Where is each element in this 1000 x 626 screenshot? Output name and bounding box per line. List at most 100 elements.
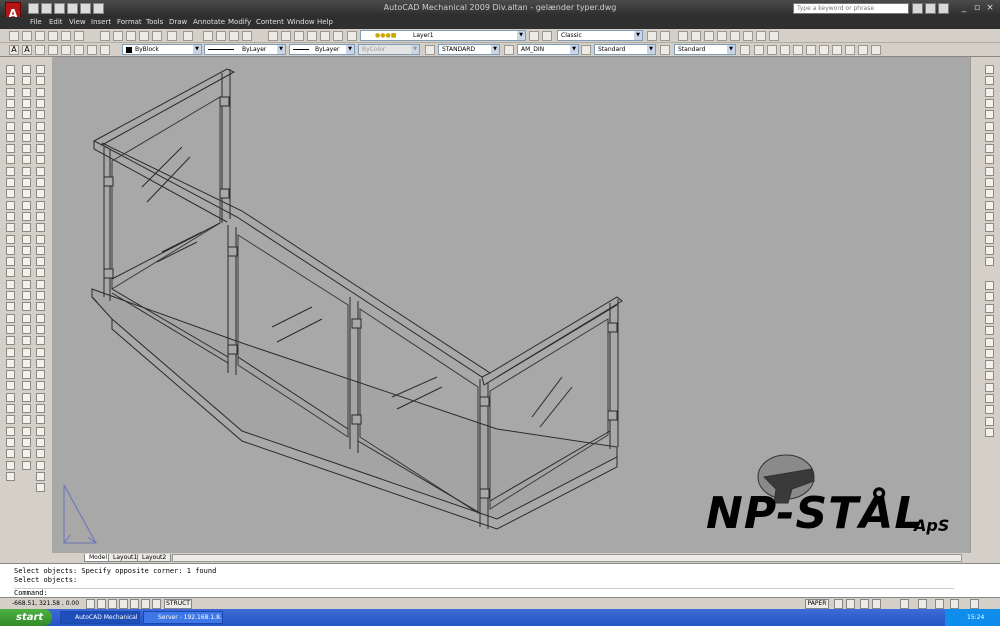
draw-tool-16-icon[interactable]	[6, 234, 15, 244]
dim-style-manager-icon[interactable]	[504, 45, 514, 55]
zoom-previous-icon[interactable]	[242, 31, 252, 41]
redo-icon[interactable]	[93, 3, 104, 14]
dim-tool-23-icon[interactable]	[36, 313, 45, 323]
dim-tool-33-icon[interactable]	[36, 426, 45, 436]
otrack-icon[interactable]	[141, 599, 150, 609]
mech-snap-tool-6-icon[interactable]	[985, 337, 994, 347]
menu-window[interactable]: Window	[287, 18, 315, 26]
mech-tool-6-icon[interactable]	[985, 121, 994, 131]
modify-tool-5-icon[interactable]	[22, 110, 31, 120]
draw-tool-12-icon[interactable]	[6, 189, 15, 199]
properties-icon[interactable]	[268, 31, 278, 41]
modify-tool-7-icon[interactable]	[22, 132, 31, 142]
dim-tool-20-icon[interactable]	[36, 279, 45, 289]
redo-arrow-icon[interactable]	[183, 31, 193, 41]
dim-tool-27-icon[interactable]	[36, 358, 45, 368]
draw-tool-10-icon[interactable]	[6, 166, 15, 176]
save-icon[interactable]	[54, 3, 65, 14]
mech-tool-icon-1[interactable]	[754, 45, 764, 55]
qnew-icon[interactable]	[9, 31, 19, 41]
help-icon[interactable]: ?	[938, 3, 949, 14]
modify-tool-16-icon[interactable]	[22, 234, 31, 244]
modify-tool-27-icon[interactable]	[22, 358, 31, 368]
modify-tool-34-icon[interactable]	[22, 437, 31, 447]
modify-tool-2-icon[interactable]	[22, 76, 31, 86]
dim-style-dropdown[interactable]: AM_DIN ▼	[517, 44, 579, 55]
dim-tool-30-icon[interactable]	[36, 392, 45, 402]
modify-tool-17-icon[interactable]	[22, 245, 31, 255]
modify-tool-36-icon[interactable]	[22, 460, 31, 470]
menu-view[interactable]: View	[69, 18, 86, 26]
table-icon[interactable]	[74, 45, 84, 55]
draw-tool-35-icon[interactable]	[6, 449, 15, 459]
save-file-icon[interactable]	[35, 31, 45, 41]
tool-palettes-icon[interactable]	[294, 31, 304, 41]
modify-tool-15-icon[interactable]	[22, 223, 31, 233]
linetype-dropdown[interactable]: ByLayer ▼	[204, 44, 286, 55]
osnap-icon[interactable]	[130, 599, 139, 609]
mech-snap-tool-5-icon[interactable]	[985, 326, 994, 336]
dim-tool-15-icon[interactable]	[36, 223, 45, 233]
dim-tool-2-icon[interactable]	[36, 76, 45, 86]
draw-tool-20-icon[interactable]	[6, 279, 15, 289]
modify-tool-25-icon[interactable]	[22, 336, 31, 346]
dim-tool-29-icon[interactable]	[36, 381, 45, 391]
leader-icon[interactable]	[48, 45, 58, 55]
draw-tool-1-icon[interactable]	[6, 65, 15, 74]
mech-tool-icon-7[interactable]	[832, 45, 842, 55]
draw-tool-34-icon[interactable]	[6, 437, 15, 447]
draw-tool-2-icon[interactable]	[6, 76, 15, 86]
draw-tool-37-icon[interactable]	[6, 471, 15, 481]
ortho-icon[interactable]	[108, 599, 117, 609]
mech-tool-icon-9[interactable]	[858, 45, 868, 55]
pan-status-icon[interactable]	[860, 599, 869, 609]
match-properties-icon[interactable]	[139, 31, 149, 41]
draw-tool-13-icon[interactable]	[6, 200, 15, 210]
color-dropdown[interactable]: ByBlock ▼	[122, 44, 202, 55]
mech-tool-icon-4[interactable]	[793, 45, 803, 55]
modify-tool-23-icon[interactable]	[22, 313, 31, 323]
modify-tool-29-icon[interactable]	[22, 381, 31, 391]
dim-tool-26-icon[interactable]	[36, 347, 45, 357]
mech-tool-icon-6[interactable]	[819, 45, 829, 55]
search-icon[interactable]: ⌕	[912, 3, 923, 14]
menu-modify[interactable]: Modify	[228, 18, 251, 26]
modify-tool-24-icon[interactable]	[22, 324, 31, 334]
lock-icon[interactable]	[935, 599, 944, 609]
mech-snap-tool-13-icon[interactable]	[985, 416, 994, 426]
grid-icon[interactable]	[97, 599, 106, 609]
mech-tool-icon-2[interactable]	[767, 45, 777, 55]
modify-tool-18-icon[interactable]	[22, 257, 31, 267]
mech-tool-12-icon[interactable]	[985, 189, 994, 199]
draw-tool-15-icon[interactable]	[6, 223, 15, 233]
dim-tool-37-icon[interactable]	[36, 471, 45, 481]
plot-preview-icon[interactable]	[61, 31, 71, 41]
draw-tool-26-icon[interactable]	[6, 347, 15, 357]
modify-tool-6-icon[interactable]	[22, 121, 31, 131]
vertical-scrollbar[interactable]	[970, 57, 980, 553]
dim-tool-14-icon[interactable]	[36, 211, 45, 221]
modify-tool-22-icon[interactable]	[22, 302, 31, 312]
mech-tool-3-icon[interactable]	[985, 87, 994, 97]
dim-tool-21-icon[interactable]	[36, 291, 45, 300]
draw-tool-21-icon[interactable]	[6, 291, 15, 300]
quickcalc-icon[interactable]	[333, 31, 343, 41]
draw-tool-33-icon[interactable]	[6, 426, 15, 436]
dimension-icon[interactable]	[35, 45, 45, 55]
mech-icon-2[interactable]	[691, 31, 701, 41]
mech-icon-6[interactable]	[743, 31, 753, 41]
draw-tool-22-icon[interactable]	[6, 302, 15, 312]
dim-tool-28-icon[interactable]	[36, 370, 45, 380]
modify-tool-14-icon[interactable]	[22, 211, 31, 221]
modify-tool-12-icon[interactable]	[22, 189, 31, 199]
layer-manager-icon[interactable]	[347, 31, 357, 41]
mtext-icon[interactable]: A	[22, 45, 32, 55]
snap-icon[interactable]	[86, 599, 95, 609]
mech-icon-3[interactable]	[704, 31, 714, 41]
mech-icon-8[interactable]	[769, 31, 779, 41]
text-style-manager-icon[interactable]	[425, 45, 435, 55]
table-style-manager-icon[interactable]	[581, 45, 591, 55]
dim-tool-5-icon[interactable]	[36, 110, 45, 120]
publish-icon[interactable]	[74, 31, 84, 41]
modify-tool-9-icon[interactable]	[22, 155, 31, 165]
